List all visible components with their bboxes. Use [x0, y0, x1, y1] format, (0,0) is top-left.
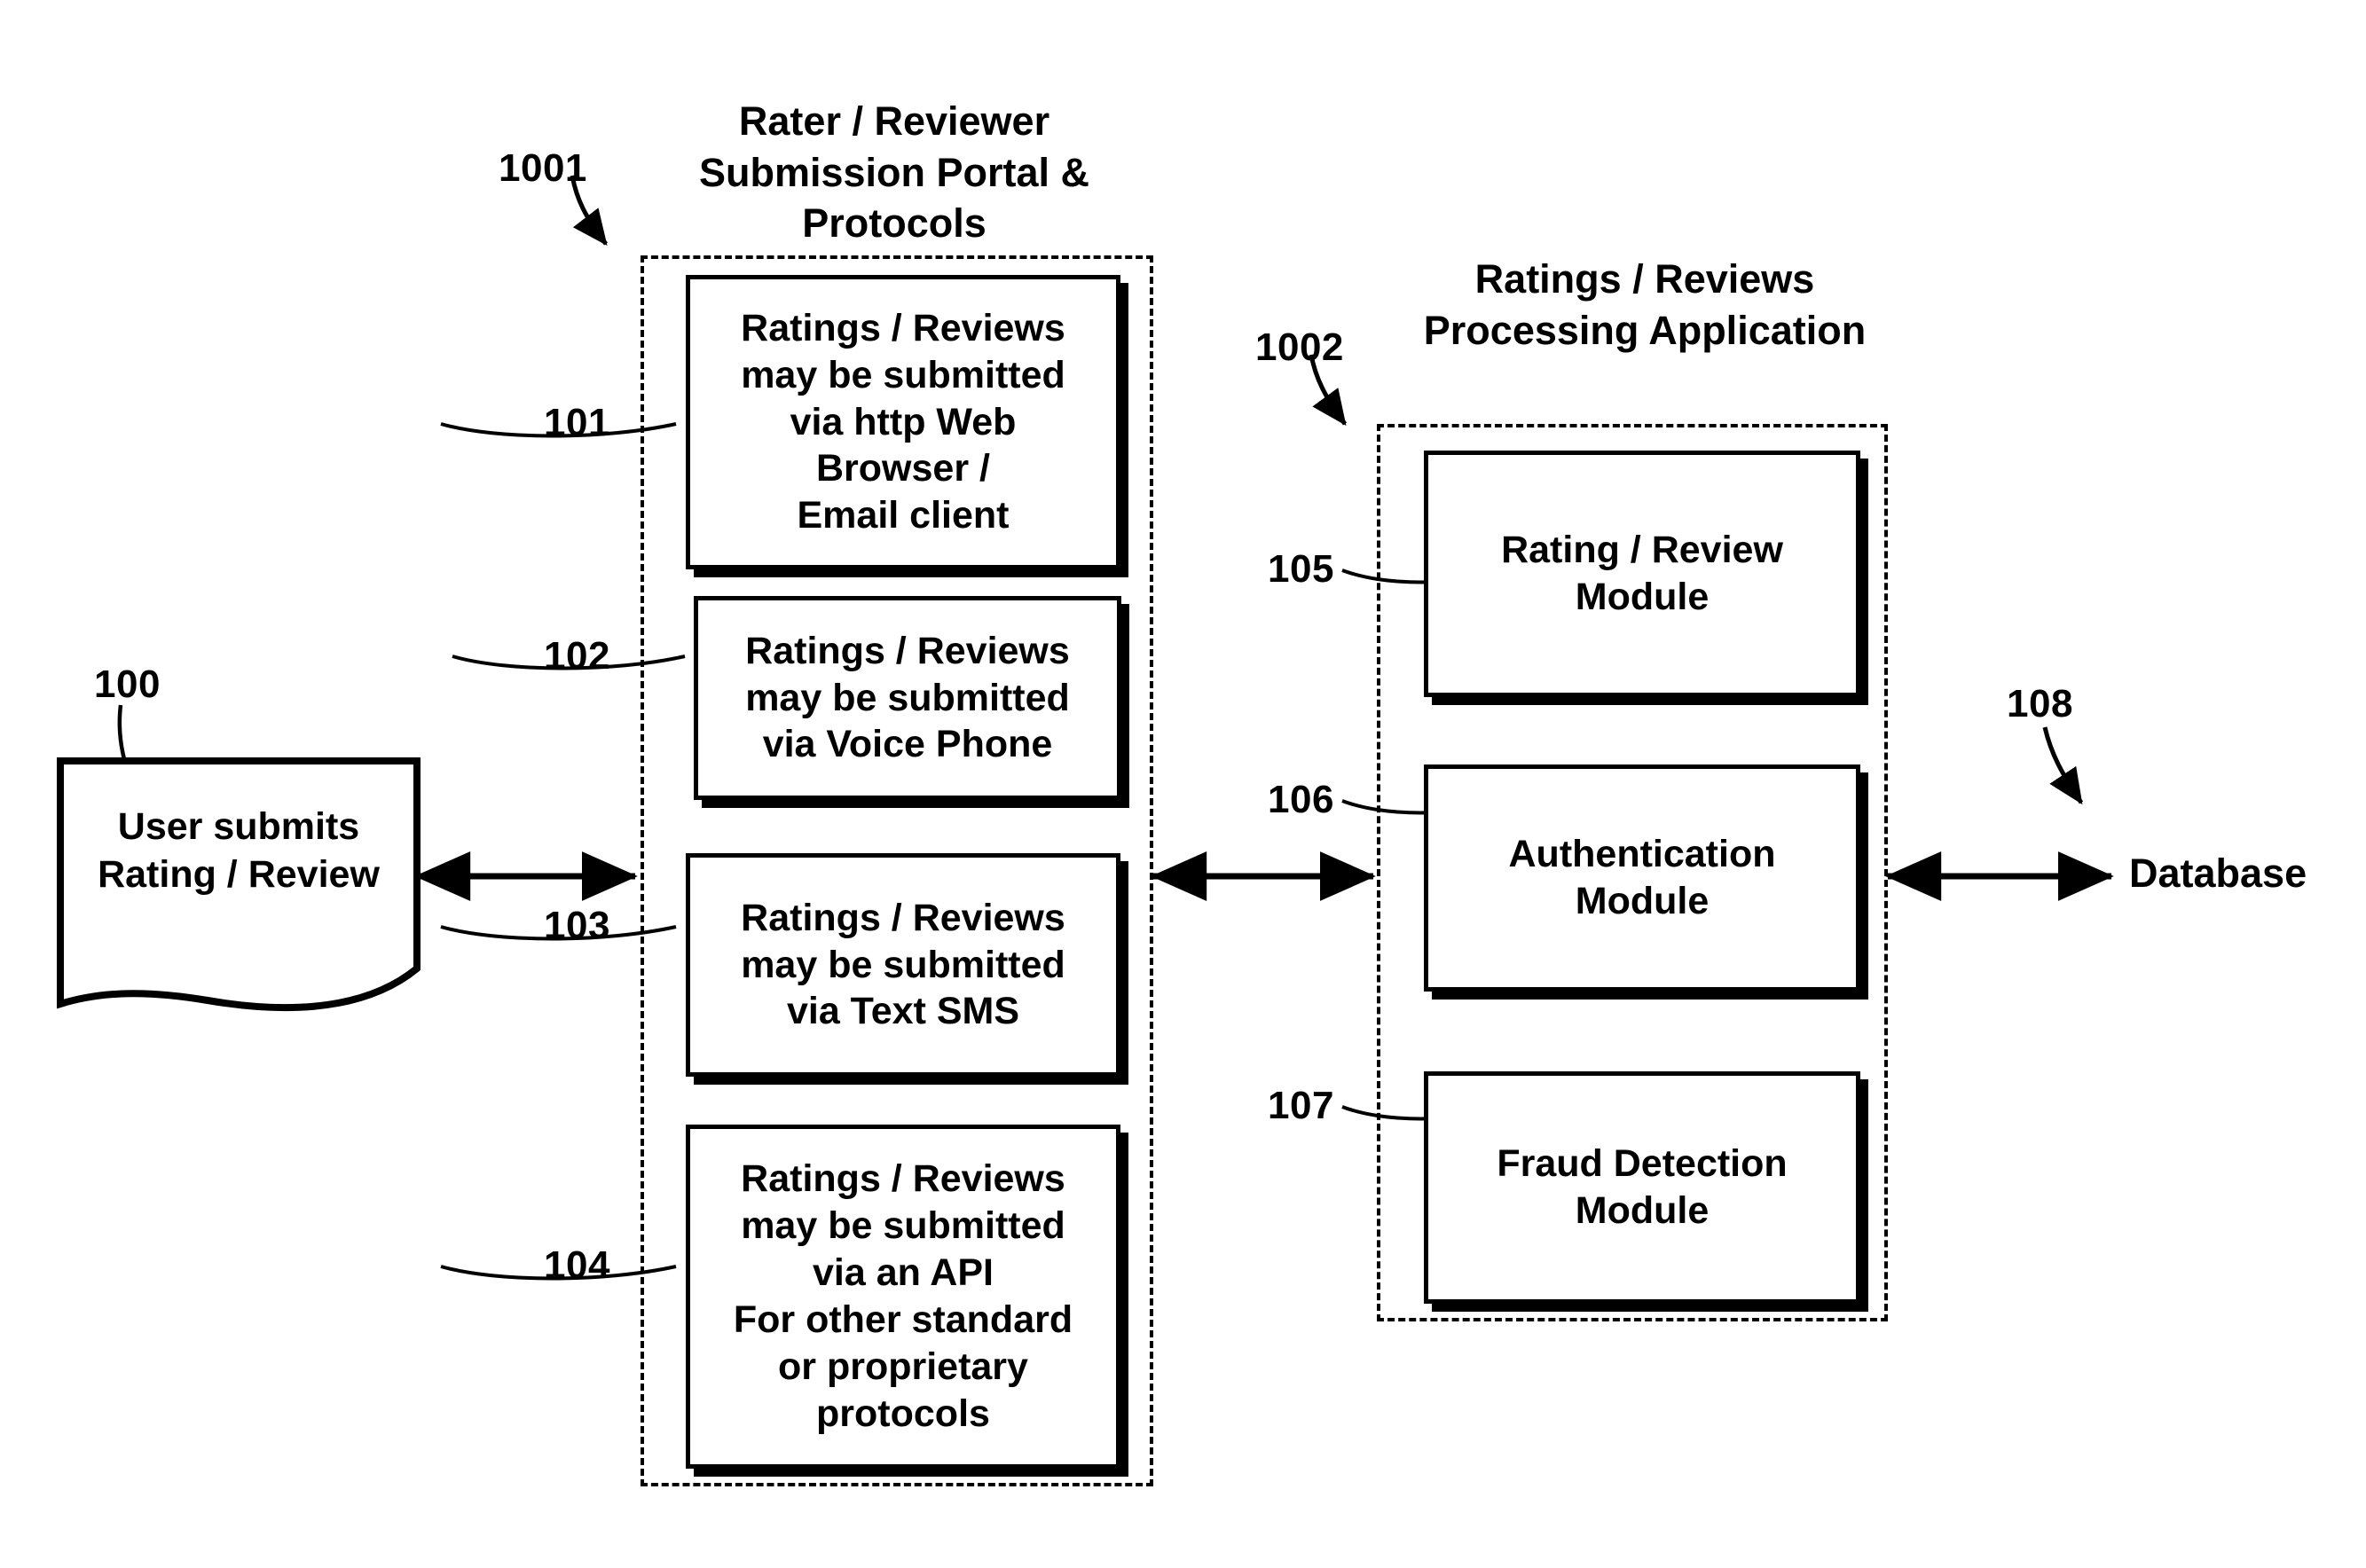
user-submits-document: User submits Rating / Review: [57, 757, 421, 1015]
ref-numeral-100: 100: [94, 662, 161, 706]
submission-box-104[interactable]: Ratings / Reviews may be submitted via a…: [686, 1125, 1120, 1469]
ref-numeral-108: 108: [2007, 682, 2073, 725]
processing-box-106[interactable]: Authentication Module: [1424, 764, 1860, 992]
processing-box-107[interactable]: Fraud Detection Module: [1424, 1071, 1860, 1304]
ref-numeral-102: 102: [544, 634, 610, 678]
database-label: Database: [2129, 851, 2307, 896]
processing-box-105-label: Rating / Review Module: [1501, 529, 1783, 618]
leader-100: [117, 704, 127, 760]
submission-box-102[interactable]: Ratings / Reviews may be submitted via V…: [694, 596, 1121, 800]
ref-numeral-1002: 1002: [1255, 325, 1344, 369]
submission-box-102-label: Ratings / Reviews may be submitted via V…: [745, 629, 1070, 766]
ref-numeral-104: 104: [544, 1243, 610, 1287]
submission-box-101-label: Ratings / Reviews may be submitted via h…: [741, 306, 1065, 537]
ref-numeral-103: 103: [544, 904, 610, 947]
processing-box-107-label: Fraud Detection Module: [1497, 1142, 1788, 1232]
submission-box-103[interactable]: Ratings / Reviews may be submitted via T…: [686, 853, 1120, 1077]
ref-numeral-101: 101: [544, 401, 610, 444]
ref-numeral-105: 105: [1268, 547, 1334, 591]
figure-canvas: 100 User submits Rating / Review 1001 Ra…: [0, 0, 2366, 1568]
ref-numeral-107: 107: [1268, 1084, 1334, 1127]
submission-box-101[interactable]: Ratings / Reviews may be submitted via h…: [686, 275, 1120, 569]
ref-numeral-106: 106: [1268, 778, 1334, 821]
processing-box-105[interactable]: Rating / Review Module: [1424, 451, 1860, 697]
processing-application-title: Ratings / Reviews Processing Application: [1423, 256, 1867, 353]
submission-portal-title: Rater / Reviewer Submission Portal & Pro…: [698, 98, 1090, 247]
ref-numeral-1001: 1001: [499, 146, 587, 190]
processing-box-106-label: Authentication Module: [1508, 833, 1776, 922]
leader-108: [2042, 726, 2084, 805]
user-submits-label: User submits Rating / Review: [98, 805, 380, 896]
submission-box-103-label: Ratings / Reviews may be submitted via T…: [741, 896, 1065, 1033]
submission-box-104-label: Ratings / Reviews may be submitted via a…: [733, 1157, 1073, 1435]
